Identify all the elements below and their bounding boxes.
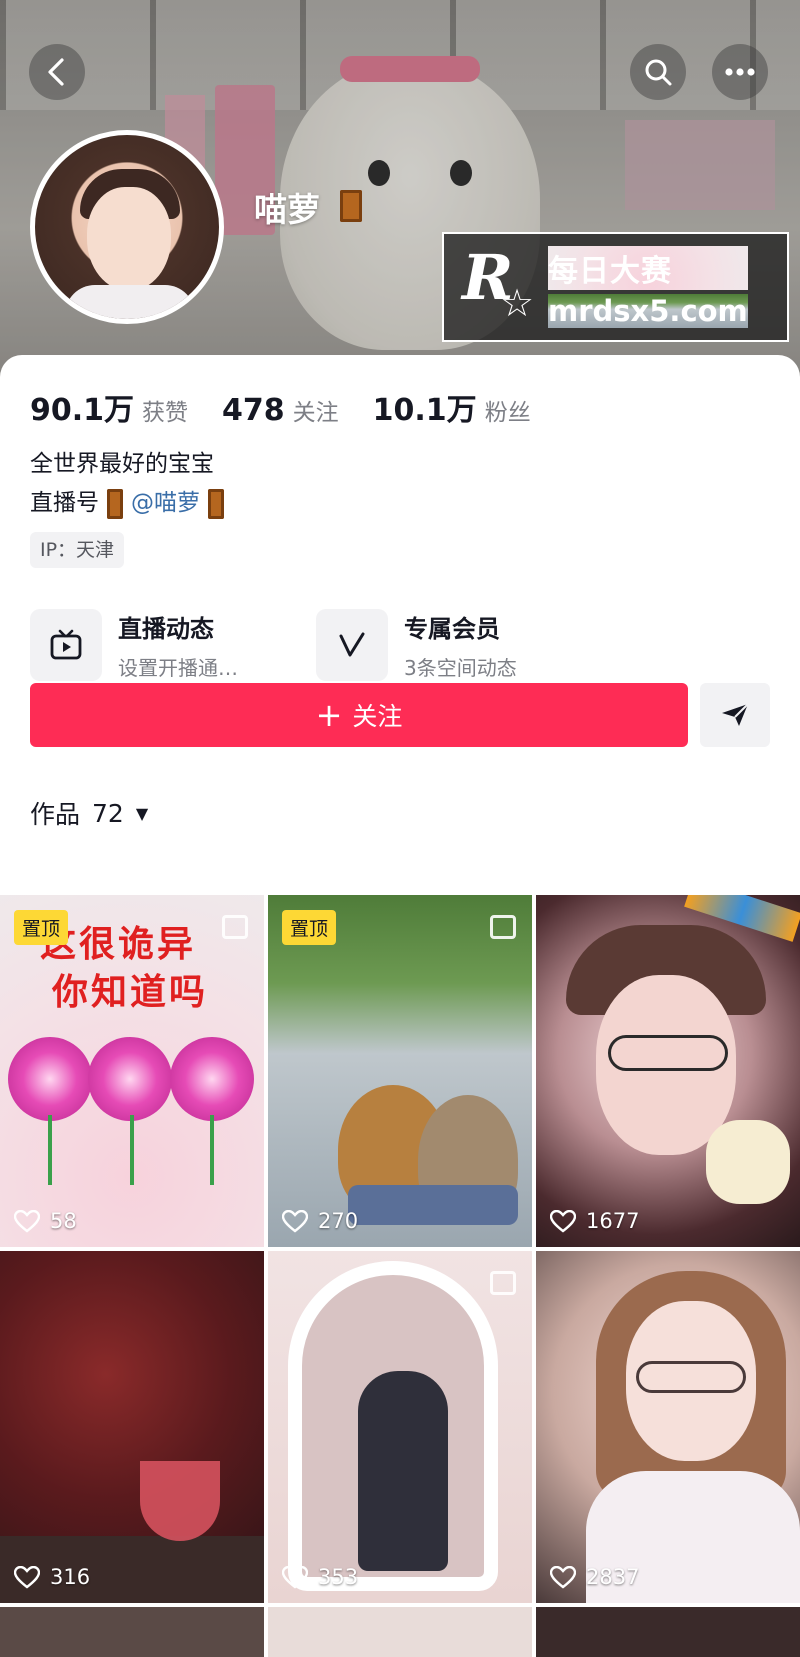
feature-title: 直播动态 xyxy=(118,615,214,643)
ip-location-tag: IP：天津 xyxy=(30,532,125,568)
like-count: 353 xyxy=(282,1565,358,1589)
heart-icon xyxy=(282,1209,308,1233)
like-count: 316 xyxy=(14,1565,90,1589)
stat-value: 90.1万 xyxy=(30,393,135,428)
profile-bio: 全世界最好的宝宝 直播号 @喵萝 xyxy=(30,445,232,523)
like-count-value: 1677 xyxy=(586,1209,640,1233)
bio-mention-link[interactable]: @喵萝 xyxy=(131,484,200,523)
plush-toy-image xyxy=(706,1120,790,1204)
heart-icon xyxy=(14,1565,40,1589)
pinned-badge: 置顶 xyxy=(282,910,337,945)
video-tile[interactable]: 1677 xyxy=(536,895,800,1247)
like-count-value: 270 xyxy=(318,1209,359,1233)
like-count: 1677 xyxy=(550,1209,639,1233)
stat-label: 粉丝 xyxy=(484,400,531,426)
video-tile[interactable] xyxy=(268,1607,532,1657)
like-count: 58 xyxy=(14,1209,77,1233)
scarf-image xyxy=(348,1185,518,1225)
person-image xyxy=(358,1371,448,1571)
bio-live-label: 直播号 xyxy=(30,490,99,516)
door-emoji-icon xyxy=(208,488,224,519)
caret-down-icon: ▼ xyxy=(135,803,149,823)
avatar-shirt xyxy=(65,285,195,319)
feature-title: 专属会员 xyxy=(404,615,500,643)
multi-image-icon xyxy=(490,915,516,939)
multi-image-icon xyxy=(222,915,248,939)
heart-icon xyxy=(282,1565,308,1589)
feature-icon-box xyxy=(30,609,102,681)
like-count: 270 xyxy=(282,1209,358,1233)
watermark-logo: R ☆ xyxy=(458,237,540,337)
search-button[interactable] xyxy=(630,44,686,100)
profile-nickname: 喵萝 xyxy=(254,190,320,229)
send-message-button[interactable] xyxy=(700,683,770,747)
more-button[interactable] xyxy=(712,44,768,100)
video-tile[interactable]: 2837 xyxy=(536,1251,800,1603)
glasses-image xyxy=(608,1035,728,1071)
video-overlay-text: 你知道吗 xyxy=(52,972,209,1013)
star-icon: ☆ xyxy=(500,281,535,325)
multi-image-icon xyxy=(490,1271,516,1295)
door-emoji-icon xyxy=(340,190,362,222)
stat-followers[interactable]: 10.1万 粉丝 xyxy=(373,385,531,429)
rose-stem xyxy=(48,1115,52,1185)
like-count-value: 316 xyxy=(50,1565,91,1589)
follow-button-label: 关注 xyxy=(352,702,403,731)
glasses-image xyxy=(636,1361,746,1393)
stat-value: 10.1万 xyxy=(372,393,477,428)
v-icon xyxy=(339,632,365,657)
video-tile[interactable]: 这很诡异 你知道吗 置顶 58 xyxy=(0,895,264,1247)
like-count: 2837 xyxy=(550,1565,639,1589)
door-emoji-icon xyxy=(107,488,123,519)
bio-line: 直播号 @喵萝 xyxy=(30,484,232,523)
pinned-badge: 置顶 xyxy=(14,910,69,945)
rose-stem xyxy=(130,1115,134,1185)
heart-icon xyxy=(14,1209,40,1233)
video-tile[interactable] xyxy=(536,1607,800,1657)
tv-icon xyxy=(50,629,82,660)
stat-label: 关注 xyxy=(292,400,339,426)
more-dots-icon xyxy=(725,68,755,76)
heart-icon xyxy=(550,1565,576,1589)
watermark-title: 每日大赛 xyxy=(548,246,748,290)
avatar-face xyxy=(87,187,171,291)
send-icon xyxy=(722,703,749,726)
profile-stats: 90.1万 获赞 478 关注 10.1万 粉丝 xyxy=(30,385,565,429)
bio-line: 全世界最好的宝宝 xyxy=(30,451,214,477)
video-tile[interactable] xyxy=(0,1607,264,1657)
follow-button[interactable]: + 关注 xyxy=(30,683,688,747)
stat-likes[interactable]: 90.1万 获赞 xyxy=(30,385,188,429)
feature-subtitle: 3条空间动态 xyxy=(404,656,517,680)
like-count-value: 58 xyxy=(50,1209,77,1233)
stat-following[interactable]: 478 关注 xyxy=(222,393,339,428)
search-icon xyxy=(645,59,672,86)
works-tab-label: 作品 xyxy=(30,800,81,829)
rose-stem xyxy=(210,1115,214,1185)
drink-glass-image xyxy=(140,1461,220,1541)
video-tile[interactable]: 316 xyxy=(0,1251,264,1603)
video-tile[interactable]: 置顶 270 xyxy=(268,895,532,1247)
works-count: 72 xyxy=(92,798,124,828)
heart-icon xyxy=(550,1209,576,1233)
rose-image xyxy=(170,1037,254,1121)
like-count-value: 2837 xyxy=(586,1565,640,1589)
feature-icon-box xyxy=(316,609,388,681)
plus-icon: + xyxy=(315,696,343,734)
feature-live-updates[interactable]: 直播动态 设置开播通… xyxy=(30,609,238,681)
back-button[interactable] xyxy=(29,44,85,100)
stat-value: 478 xyxy=(222,393,285,428)
watermark-banner: R ☆ 每日大赛 mrdsx5.com xyxy=(442,232,789,342)
rose-image xyxy=(8,1037,92,1121)
rose-image xyxy=(88,1037,172,1121)
back-arrow-icon xyxy=(48,58,64,86)
video-tile[interactable]: 353 xyxy=(268,1251,532,1603)
feature-subtitle: 设置开播通… xyxy=(118,656,238,680)
works-tab[interactable]: 作品 72 ▼ xyxy=(30,795,148,831)
watermark-url: mrdsx5.com xyxy=(548,294,748,328)
watermark-text: 每日大赛 mrdsx5.com xyxy=(548,246,748,328)
avatar[interactable] xyxy=(30,130,224,324)
like-count-value: 353 xyxy=(318,1565,359,1589)
stat-label: 获赞 xyxy=(142,400,189,426)
feature-exclusive-membership[interactable]: 专属会员 3条空间动态 xyxy=(316,609,517,681)
